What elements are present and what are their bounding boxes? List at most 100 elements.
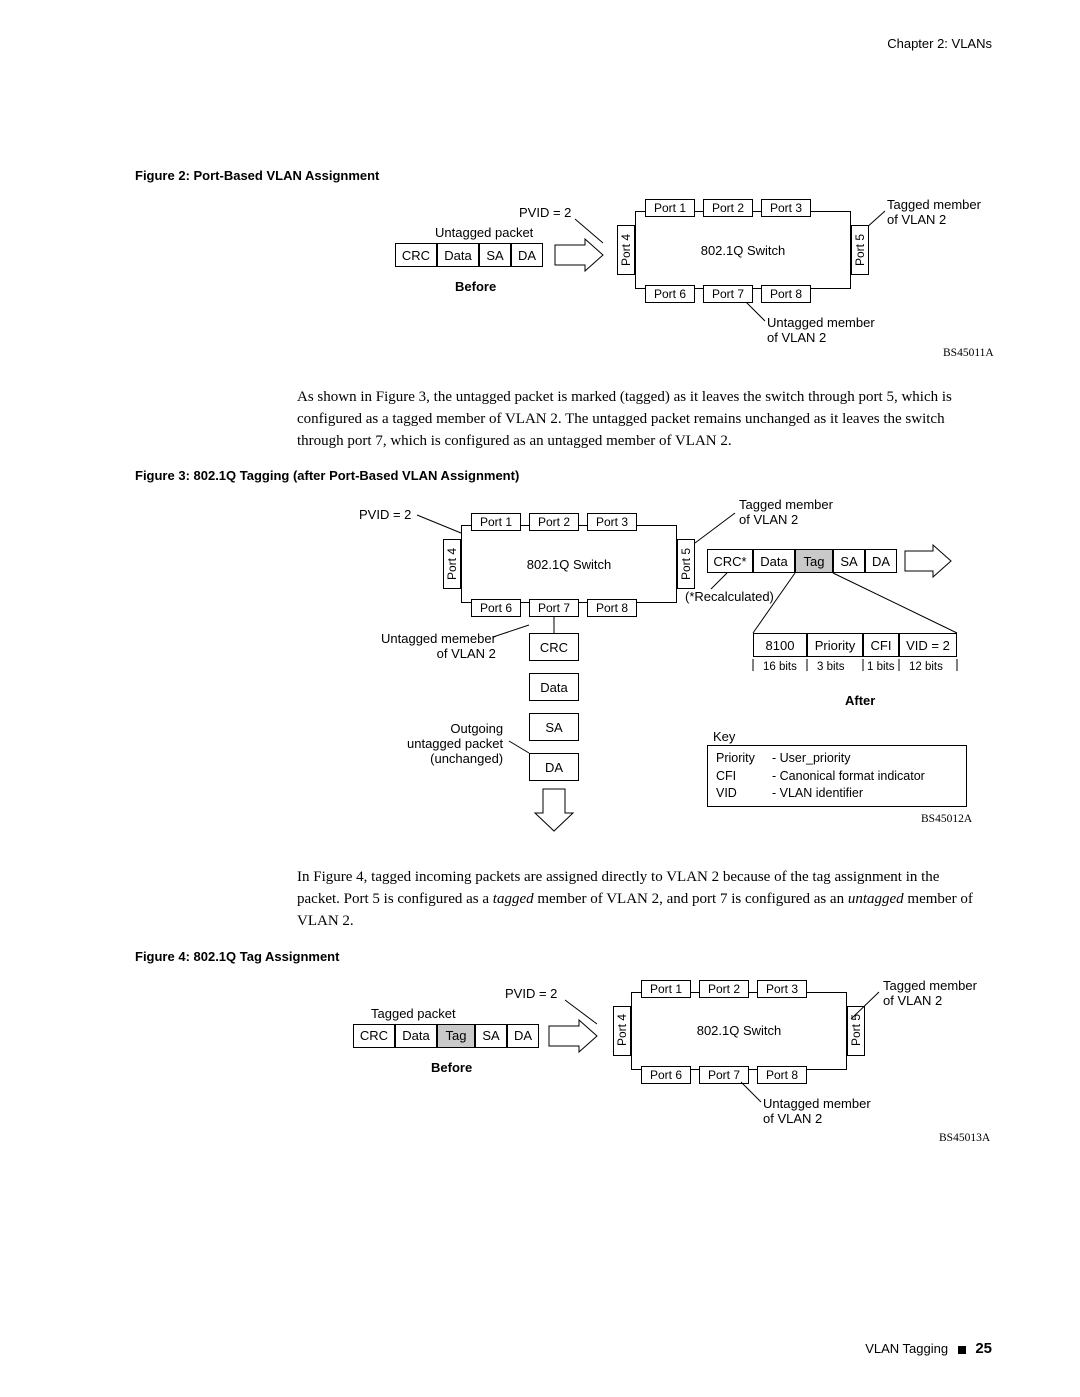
tag-vid-text: VID = 2	[906, 638, 950, 653]
footer-section: VLAN Tagging	[865, 1341, 948, 1356]
port-5: Port 5	[677, 539, 695, 589]
tag-vid: VID = 2	[899, 633, 957, 657]
untagged-memeber-label: Untagged memeber of VLAN 2	[381, 631, 496, 661]
untagged-member-label: Untagged member of VLAN 2	[763, 1096, 871, 1126]
tagged-member-l2: of VLAN 2	[883, 993, 942, 1008]
pvid-label: PVID = 2	[505, 986, 557, 1001]
port-5-text: Port 5	[679, 548, 693, 580]
para2-untagged: untagged	[848, 891, 904, 907]
page-footer: VLAN Tagging 25	[865, 1340, 992, 1357]
port-4: Port 4	[443, 539, 461, 589]
out-tag-text: Tag	[804, 554, 825, 569]
packet-data: Data	[395, 1024, 437, 1048]
pvid-label: PVID = 2	[519, 205, 571, 220]
out-data-text: Data	[760, 554, 787, 569]
port-2: Port 2	[699, 980, 749, 998]
untagged-member-label: Untagged member of VLAN 2	[767, 315, 875, 345]
figure-2-diagram: PVID = 2 Untagged packet CRC Data SA DA …	[255, 193, 1015, 373]
packet-sa: SA	[475, 1024, 507, 1048]
port-1-text: Port 1	[654, 201, 686, 215]
packet-crc-text: CRC	[360, 1028, 388, 1043]
port-1: Port 1	[641, 980, 691, 998]
port-8: Port 8	[587, 599, 637, 617]
packet-sa: SA	[479, 243, 511, 267]
untagged-member-l2: of VLAN 2	[763, 1111, 822, 1126]
tag-priority: Priority	[807, 633, 863, 657]
col-da-text: DA	[545, 760, 563, 775]
recalculated-label: (*Recalculated)	[685, 589, 774, 604]
tagged-member-l2: of VLAN 2	[887, 212, 946, 227]
port-5-text: Port 5	[849, 1014, 863, 1046]
untagged-memeber-l1: Untagged memeber	[381, 631, 496, 646]
switch-box: 802.1Q Switch	[631, 992, 847, 1070]
paragraph-2: In Figure 4, tagged incoming packets are…	[297, 867, 982, 932]
packet-da: DA	[511, 243, 543, 267]
port-3: Port 3	[757, 980, 807, 998]
port-1: Port 1	[471, 513, 521, 531]
col-crc: CRC	[529, 633, 579, 661]
outgoing-l1: Outgoing	[450, 721, 503, 736]
out-da-text: DA	[872, 554, 890, 569]
port-2-text: Port 2	[708, 982, 740, 996]
port-1-text: Port 1	[650, 982, 682, 996]
outgoing-l3: (unchanged)	[430, 751, 503, 766]
port-7-text: Port 7	[712, 287, 744, 301]
out-sa-text: SA	[840, 554, 857, 569]
tag-cfi-text: CFI	[871, 638, 892, 653]
before-label: Before	[431, 1060, 472, 1075]
port-7-text: Port 7	[538, 601, 570, 615]
untagged-member-l1: Untagged member	[767, 315, 875, 330]
port-3: Port 3	[587, 513, 637, 531]
port-6: Port 6	[645, 285, 695, 303]
tag-8100-text: 8100	[766, 638, 795, 653]
tagged-member-l1: Tagged member	[887, 197, 981, 212]
before-label: Before	[455, 279, 496, 294]
out-data: Data	[753, 549, 795, 573]
packet-crc-text: CRC	[402, 248, 430, 263]
paragraph-1: As shown in Figure 3, the untagged packe…	[297, 387, 982, 452]
figure-2-caption: Figure 2: Port-Based VLAN Assignment	[135, 168, 992, 183]
key-cfi-l: CFI	[716, 768, 772, 786]
tagged-member-l1: Tagged member	[739, 497, 833, 512]
chapter-header: Chapter 2: VLANs	[887, 36, 992, 51]
switch-box: 802.1Q Switch	[635, 211, 851, 289]
col-da: DA	[529, 753, 579, 781]
port-4: Port 4	[617, 225, 635, 275]
key-title: Key	[713, 729, 735, 744]
tagged-member-label: Tagged member of VLAN 2	[883, 978, 977, 1008]
packet-crc: CRC	[395, 243, 437, 267]
col-sa: SA	[529, 713, 579, 741]
packet-data-text: Data	[402, 1028, 429, 1043]
packet-da-text: DA	[514, 1028, 532, 1043]
col-sa-text: SA	[545, 720, 562, 735]
col-data-text: Data	[540, 680, 567, 695]
port-2: Port 2	[529, 513, 579, 531]
out-crc-text: CRC*	[713, 554, 746, 569]
col-data: Data	[529, 673, 579, 701]
after-label: After	[845, 693, 875, 708]
packet-tag-text: Tag	[446, 1028, 467, 1043]
key-vid-r: - VLAN identifier	[772, 786, 863, 800]
figure-code: BS45011A	[943, 347, 994, 359]
packet-crc: CRC	[353, 1024, 395, 1048]
port-1: Port 1	[645, 199, 695, 217]
tag-bits-3: 1 bits	[867, 661, 895, 673]
port-3: Port 3	[761, 199, 811, 217]
port-2: Port 2	[703, 199, 753, 217]
out-crc: CRC*	[707, 549, 753, 573]
port-5-text: Port 5	[853, 234, 867, 266]
packet-da: DA	[507, 1024, 539, 1048]
port-6: Port 6	[641, 1066, 691, 1084]
port-6-text: Port 6	[654, 287, 686, 301]
switch-label: 802.1Q Switch	[697, 1023, 782, 1038]
tagged-packet-label: Tagged packet	[371, 1006, 456, 1021]
figure-3-code: BS45012A	[921, 813, 972, 825]
tagged-member-l2: of VLAN 2	[739, 512, 798, 527]
out-tag: Tag	[795, 549, 833, 573]
port-3-text: Port 3	[770, 201, 802, 215]
figure-4-diagram: PVID = 2 Tagged packet CRC Data Tag SA D…	[243, 974, 1023, 1154]
packet-tag: Tag	[437, 1024, 475, 1048]
untagged-member-l2: of VLAN 2	[767, 330, 826, 345]
figure-3-caption: Figure 3: 802.1Q Tagging (after Port-Bas…	[135, 468, 992, 483]
port-5: Port 5	[847, 1006, 865, 1056]
